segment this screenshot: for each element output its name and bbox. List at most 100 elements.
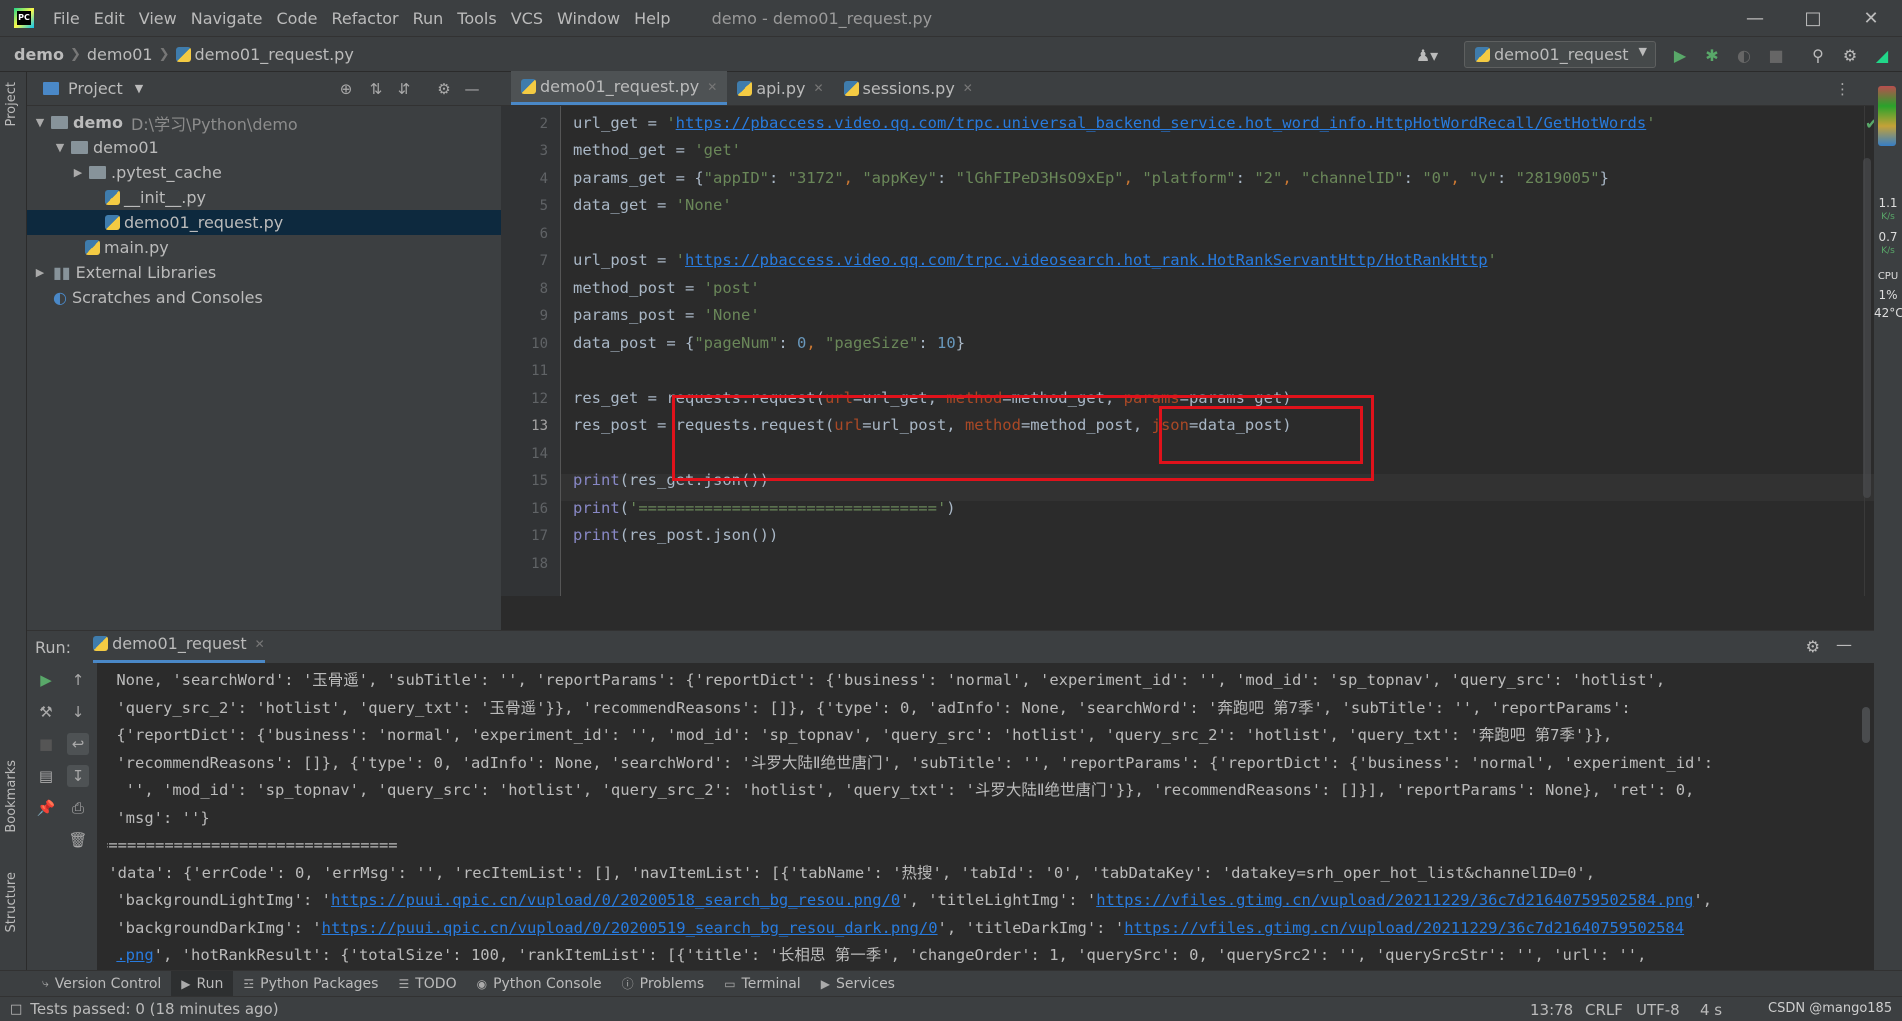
project-panel-title[interactable]: Project	[68, 79, 123, 98]
status-message[interactable]: Tests passed: 0 (18 minutes ago)	[30, 1000, 278, 1018]
run-configuration-select[interactable]: demo01_request ▼	[1464, 41, 1656, 68]
print-icon[interactable]: ⎙	[67, 797, 89, 819]
tree-item-demo01[interactable]: ▼ demo01	[27, 135, 501, 160]
tab-api-py[interactable]: api.py ✕	[727, 71, 833, 105]
close-tab-icon[interactable]: ✕	[813, 81, 823, 95]
line-number: 2	[539, 116, 548, 132]
minimize-icon[interactable]: —	[1726, 0, 1784, 36]
up-arrow-icon[interactable]: ↑	[67, 669, 89, 691]
output-link[interactable]: https://puui.qpic.cn/vupload/0/20200518_…	[331, 891, 900, 909]
output-link[interactable]: https://puui.qpic.cn/vupload/0/20200519_…	[322, 919, 938, 937]
settings-gear-icon[interactable]: ⚙	[1806, 637, 1820, 656]
tree-item-demo01-request-py[interactable]: demo01_request.py	[27, 210, 501, 235]
chevron-right-icon: ▶	[73, 166, 83, 179]
menu-window[interactable]: Window	[550, 9, 627, 28]
breadcrumb-file[interactable]: demo01_request.py	[195, 45, 354, 64]
run-tab[interactable]: demo01_request ✕	[93, 631, 265, 663]
collapse-all-icon[interactable]: ⇵	[395, 80, 413, 98]
tree-item-external-libraries[interactable]: ▶ ▮▮ External Libraries	[27, 260, 501, 285]
expand-all-icon[interactable]: ⇅	[367, 80, 385, 98]
layout-icon[interactable]: ▤	[35, 765, 57, 787]
caret-position[interactable]: 13:78	[1530, 1001, 1573, 1019]
line-number: 5	[539, 198, 548, 214]
menu-refactor[interactable]: Refactor	[324, 9, 405, 28]
menu-code[interactable]: Code	[270, 9, 325, 28]
tab-demo01-request-py[interactable]: demo01_request.py ✕	[511, 71, 728, 105]
output-link[interactable]: https://vfiles.gtimg.cn/vupload/20211229…	[1124, 919, 1684, 937]
user-account-icon[interactable]: ♟▾	[1410, 45, 1444, 65]
menu-tools[interactable]: Tools	[450, 9, 503, 28]
close-tab-icon[interactable]: ✕	[707, 80, 717, 94]
debug-icon[interactable]: ✱	[1702, 45, 1722, 65]
hide-panel-icon[interactable]: —	[463, 80, 481, 98]
tree-item-demo[interactable]: ▼ demo D:\学习\Python\demo	[27, 110, 501, 135]
tool-tab-python-packages[interactable]: ☲ Python Packages	[233, 971, 388, 997]
file-encoding[interactable]: UTF-8	[1636, 1001, 1680, 1019]
editor-scrollbar[interactable]	[1863, 158, 1871, 498]
more-tabs-icon[interactable]: ⋮	[1835, 80, 1850, 98]
url-link[interactable]: https://pbaccess.video.qq.com/trpc.unive…	[676, 114, 1647, 132]
search-icon[interactable]: ⚲	[1808, 45, 1828, 65]
tool-tab-run[interactable]: ▶ Run	[171, 970, 234, 997]
run-icon[interactable]: ▶	[1670, 45, 1690, 65]
wrench-icon[interactable]: ⚒	[35, 701, 57, 723]
tree-item-main-py[interactable]: main.py	[27, 235, 501, 260]
python-file-icon	[93, 636, 109, 651]
console-scrollbar[interactable]	[1862, 707, 1870, 743]
chevron-down-icon[interactable]: ▼	[135, 82, 143, 95]
tree-item-init-py[interactable]: __init__.py	[27, 185, 501, 210]
soft-wrap-icon[interactable]: ↩	[67, 733, 89, 755]
close-tab-icon[interactable]: ✕	[963, 81, 973, 95]
stop-icon[interactable]: ■	[1766, 45, 1786, 65]
left-tool-strip: Project Bookmarks Structure	[0, 72, 27, 970]
tab-sessions-py[interactable]: sessions.py ✕	[834, 71, 983, 105]
tool-tab-problems[interactable]: ⓘ Problems	[612, 971, 715, 997]
notifications-icon[interactable]	[1878, 86, 1896, 146]
pin-icon[interactable]: 📌	[35, 797, 57, 819]
down-arrow-icon[interactable]: ↓	[67, 701, 89, 723]
locate-file-icon[interactable]: ⊕	[337, 80, 355, 98]
url-link[interactable]: https://pbaccess.video.qq.com/trpc.video…	[685, 251, 1488, 269]
close-tab-icon[interactable]: ✕	[255, 637, 265, 651]
tool-tab-version-control[interactable]: ⤷ Version Control	[32, 971, 171, 997]
close-window-icon[interactable]: ✕	[1842, 0, 1900, 36]
console-output[interactable]: None, 'searchWord': '玉骨遥', 'subTitle': '…	[107, 663, 1867, 971]
tool-tab-structure[interactable]: Structure	[4, 872, 19, 932]
output-link[interactable]: .png	[116, 946, 153, 964]
menu-help[interactable]: Help	[627, 9, 677, 28]
tool-tab-python-console[interactable]: ◉ Python Console	[467, 971, 612, 997]
menu-edit[interactable]: Edit	[87, 9, 132, 28]
tool-tab-project[interactable]: Project	[4, 82, 19, 126]
tool-tab-services[interactable]: ▶ Services	[811, 971, 905, 997]
hide-panel-icon[interactable]: —	[1836, 635, 1852, 654]
code-area[interactable]: url_get = 'https://pbaccess.video.qq.com…	[573, 106, 1873, 596]
tool-tab-todo[interactable]: ☰ TODO	[388, 971, 466, 997]
breadcrumb-folder[interactable]: demo01	[87, 45, 153, 64]
tree-item-pytest-cache[interactable]: ▶ .pytest_cache	[27, 160, 501, 185]
tool-tab-terminal[interactable]: ▭ Terminal	[714, 971, 811, 997]
line-number: 10	[531, 336, 548, 352]
trash-icon[interactable]: 🗑	[67, 829, 89, 851]
output-link[interactable]: https://vfiles.gtimg.cn/vupload/20211229…	[1096, 891, 1693, 909]
line-separator[interactable]: CRLF	[1585, 1001, 1623, 1019]
stop-icon[interactable]: ■	[35, 733, 57, 755]
tree-item-scratches[interactable]: ◐ Scratches and Consoles	[27, 285, 501, 310]
menu-navigate[interactable]: Navigate	[184, 9, 270, 28]
code-line-9: method_post = 'post'	[573, 279, 760, 297]
menu-run[interactable]: Run	[406, 9, 451, 28]
breadcrumb-project[interactable]: demo	[14, 45, 64, 64]
rerun-icon[interactable]: ▶	[35, 669, 57, 691]
scroll-to-end-icon[interactable]: ↧	[67, 765, 89, 787]
indent-setting[interactable]: 4 s	[1700, 1001, 1722, 1019]
maximize-icon[interactable]: □	[1784, 0, 1842, 36]
menu-vcs[interactable]: VCS	[504, 9, 550, 28]
menu-file[interactable]: File	[46, 9, 87, 28]
jetbrains-space-icon[interactable]: ◢	[1872, 45, 1892, 65]
settings-gear-icon[interactable]: ⚙	[1840, 45, 1860, 65]
line-number: 8	[539, 281, 548, 297]
tool-tab-bookmarks[interactable]: Bookmarks	[4, 760, 19, 833]
settings-gear-icon[interactable]: ⚙	[435, 80, 453, 98]
coverage-icon[interactable]: ◐	[1734, 45, 1754, 65]
status-square-icon[interactable]: □	[10, 1002, 22, 1017]
menu-view[interactable]: View	[132, 9, 184, 28]
